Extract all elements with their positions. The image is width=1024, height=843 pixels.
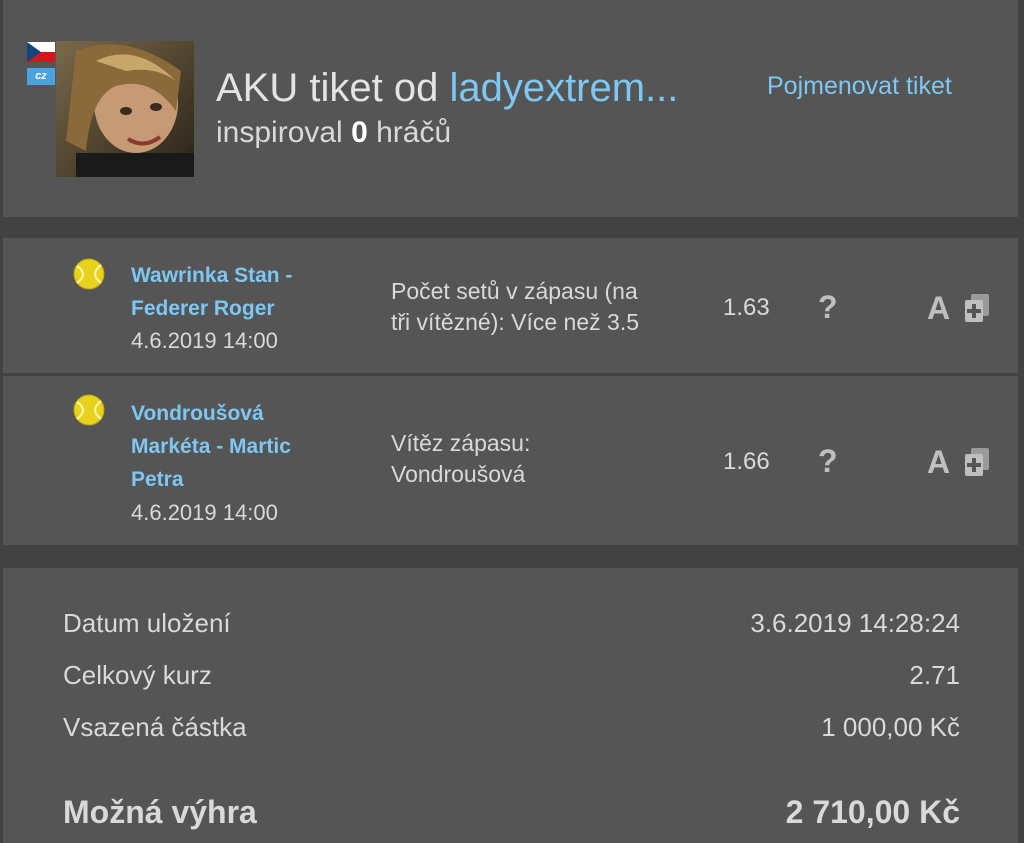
match-link[interactable]: Wawrinka Stan - Federer Roger: [131, 259, 351, 325]
match-line: Wawrinka Stan -: [131, 264, 293, 287]
add-copy-icon[interactable]: [963, 446, 991, 478]
total-odds-value: 2.71: [909, 660, 960, 690]
bet-odds: 1.63: [723, 294, 770, 321]
analysis-icon[interactable]: A: [927, 444, 950, 481]
avatar[interactable]: [56, 41, 194, 177]
tennis-ball-icon: [73, 258, 105, 290]
match-link[interactable]: Vondroušová Markéta - Martic Petra: [131, 397, 351, 496]
inspired-prefix: inspiroval: [216, 116, 352, 149]
inspired-count: inspiroval 0 hráčů: [216, 113, 451, 153]
ticket-header: cz AKU tiket od ladyextrem... inspiroval…: [3, 0, 1018, 217]
cz-flag-icon: [27, 42, 55, 62]
username-link[interactable]: ladyextrem...: [449, 66, 678, 110]
bet-row: Vondroušová Markéta - Martic Petra 4.6.2…: [3, 376, 1018, 545]
bet-market: Vítěz zápasu: Vondroušová: [391, 428, 701, 490]
rename-ticket-link[interactable]: Pojmenovat tiket: [767, 72, 952, 101]
saved-date-value: 3.6.2019 14:28:24: [750, 608, 960, 638]
possible-win-value: 2 710,00 Kč: [785, 794, 960, 830]
stake-value: 1 000,00 Kč: [821, 712, 960, 742]
help-icon[interactable]: ?: [818, 289, 838, 326]
match-line: Markéta - Martic: [131, 435, 291, 458]
add-copy-icon[interactable]: [963, 292, 991, 324]
market-line: tři vítězné): Více než 3.5: [391, 309, 640, 335]
analysis-icon[interactable]: A: [927, 290, 950, 327]
bet-odds: 1.66: [723, 448, 770, 475]
inspired-number: 0: [351, 116, 368, 149]
ticket-summary: Datum uložení 3.6.2019 14:28:24 Celkový …: [3, 568, 1018, 843]
avatar-image: [56, 41, 194, 177]
possible-win-label: Možná výhra: [63, 794, 257, 830]
ticket-title: AKU tiket od ladyextrem...: [216, 64, 678, 112]
market-line: Vítěz zápasu:: [391, 430, 531, 456]
title-prefix: AKU tiket od: [216, 66, 450, 110]
stake-label: Vsazená částka: [63, 712, 247, 742]
tennis-ball-icon: [73, 394, 105, 426]
match-line: Federer Roger: [131, 297, 275, 320]
bets-list: Wawrinka Stan - Federer Roger 4.6.2019 1…: [3, 238, 1018, 545]
match-line: Vondroušová: [131, 402, 264, 425]
market-line: Počet setů v zápasu (na: [391, 278, 638, 304]
language-badge: cz: [27, 68, 55, 85]
saved-date-label: Datum uložení: [63, 608, 231, 638]
help-icon[interactable]: ?: [818, 443, 838, 480]
match-date: 4.6.2019 14:00: [131, 500, 278, 525]
bet-row: Wawrinka Stan - Federer Roger 4.6.2019 1…: [3, 238, 1018, 373]
total-odds-label: Celkový kurz: [63, 660, 212, 690]
flags: cz: [25, 42, 55, 86]
match-line: Petra: [131, 468, 184, 491]
market-line: Vondroušová: [391, 461, 526, 487]
inspired-suffix: hráčů: [367, 116, 452, 149]
match-date: 4.6.2019 14:00: [131, 328, 278, 353]
bet-market: Počet setů v zápasu (na tři vítězné): Ví…: [391, 276, 701, 338]
